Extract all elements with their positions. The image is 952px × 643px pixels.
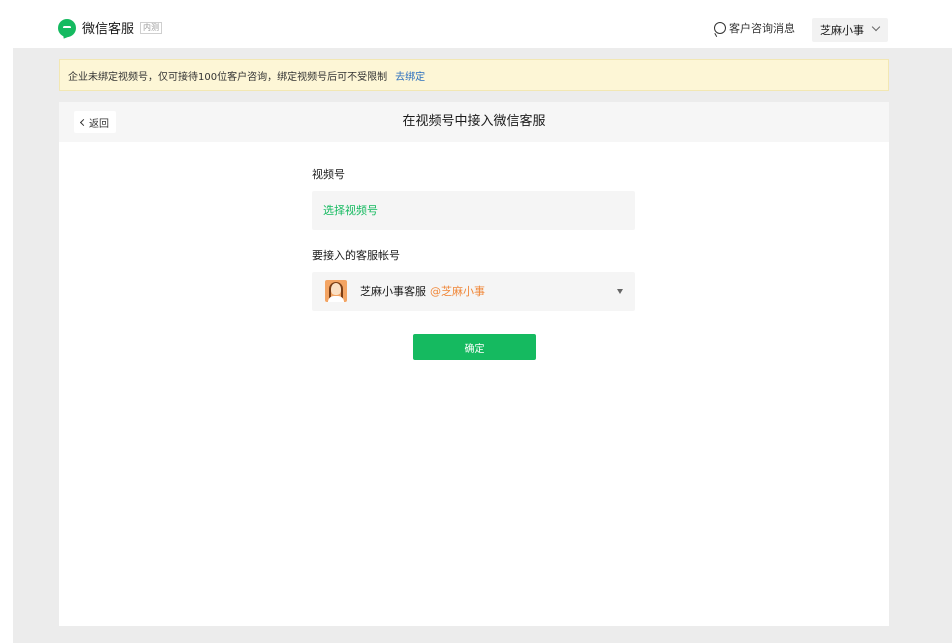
caret-down-icon xyxy=(617,289,623,294)
chevron-down-icon xyxy=(871,22,881,32)
channel-placeholder: 选择视频号 xyxy=(323,204,378,217)
channel-field-label: 视频号 xyxy=(312,168,345,181)
customer-messages-link[interactable]: 客户咨询消息 xyxy=(714,20,795,36)
back-label: 返回 xyxy=(89,118,109,130)
beta-badge: 内测 xyxy=(140,21,163,34)
channel-select[interactable]: 选择视频号 xyxy=(312,191,635,230)
avatar xyxy=(325,280,347,302)
service-account-handle: @芝麻小事 xyxy=(430,285,485,298)
bind-notice-banner: 企业未绑定视频号，仅可接待100位客户咨询，绑定视频号后可不受限制 去绑定 xyxy=(59,59,889,91)
app-title: 微信客服 xyxy=(82,22,135,37)
chat-bubble-icon xyxy=(714,22,726,34)
account-name: 芝麻小事 xyxy=(820,24,864,37)
top-bar: 微信客服 内测 客户咨询消息 芝麻小事 xyxy=(0,0,952,48)
page-title: 在视频号中接入微信客服 xyxy=(402,114,546,129)
customer-messages-label: 客户咨询消息 xyxy=(729,22,795,35)
back-button[interactable]: 返回 xyxy=(74,111,116,133)
main-panel: 在视频号中接入微信客服 返回 视频号 选择视频号 要接入的客服帐号 芝麻小事客服… xyxy=(59,102,889,626)
account-field-label: 要接入的客服帐号 xyxy=(312,249,400,262)
confirm-button[interactable]: 确定 xyxy=(413,334,536,360)
app-logo[interactable]: 微信客服 内测 xyxy=(58,18,163,37)
wechat-chat-bubble-icon xyxy=(58,18,76,37)
panel-header: 在视频号中接入微信客服 返回 xyxy=(59,102,889,142)
account-select[interactable]: 芝麻小事客服 @芝麻小事 xyxy=(312,272,635,311)
chevron-left-icon xyxy=(79,118,88,126)
account-dropdown[interactable]: 芝麻小事 xyxy=(812,18,888,42)
service-account-name: 芝麻小事客服 xyxy=(360,285,426,298)
notice-text: 企业未绑定视频号，仅可接待100位客户咨询，绑定视频号后可不受限制 xyxy=(68,71,388,83)
bind-link[interactable]: 去绑定 xyxy=(395,68,425,83)
